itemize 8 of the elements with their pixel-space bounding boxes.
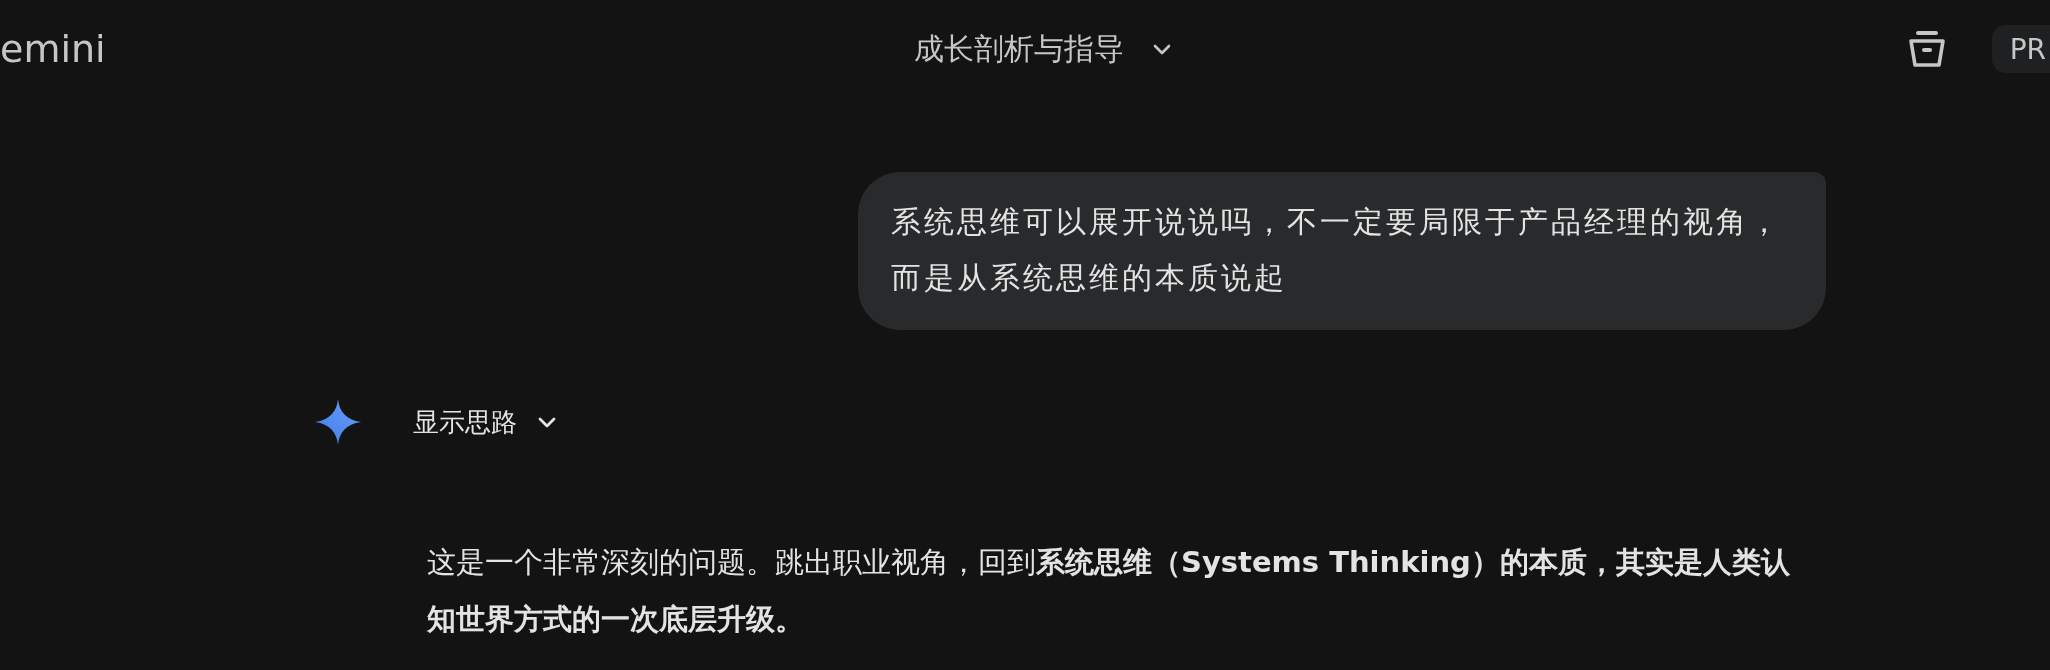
archive-icon[interactable]	[1907, 29, 1946, 69]
chat-title-dropdown[interactable]: 成长剖析与指导	[914, 24, 1174, 74]
show-thinking-toggle[interactable]: 显示思路	[413, 404, 559, 440]
app-name: emini	[0, 27, 106, 71]
plan-badge[interactable]: PR	[1991, 25, 2050, 73]
response-paragraph: 这是一个非常深刻的问题。跳出职业视角，回到系统思维（Systems Thinking）的本质，其实是人类认知世界方式的一次底层升级。	[427, 544, 1791, 638]
sparkle-icon	[315, 399, 361, 445]
user-message: 系统思维可以展开说说吗，不一定要局限于产品经理的视角，而是从系统思维的本质说起	[858, 172, 1826, 330]
